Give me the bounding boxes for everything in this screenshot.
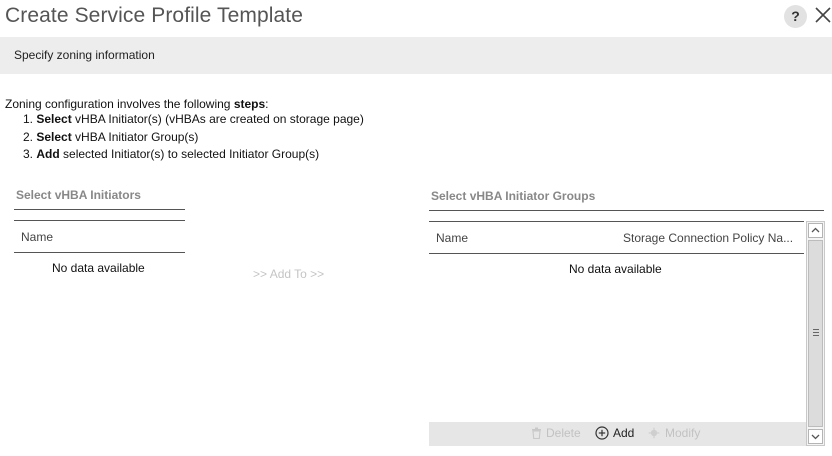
initiators-panel-title: Select vHBA Initiators <box>16 188 141 202</box>
initiators-table-top-border <box>14 220 185 221</box>
modify-icon <box>648 427 660 439</box>
step-item: 3. Add selected Initiator(s) to selected… <box>23 146 364 164</box>
initiators-title-divider <box>14 209 185 210</box>
step-verb: Add <box>36 147 60 161</box>
groups-column-policy[interactable]: Storage Connection Policy Na... <box>623 231 793 245</box>
step-text: vHBA Initiator Group(s) <box>71 129 199 144</box>
help-button[interactable]: ? <box>784 5 807 28</box>
instructions-steps: 1. Select vHBA Initiator(s) (vHBAs are c… <box>23 111 364 164</box>
step-header-text: Specify zoning information <box>14 48 155 62</box>
instructions-intro: Zoning configuration involves the follow… <box>5 96 269 112</box>
step-item: 1. Select vHBA Initiator(s) (vHBAs are c… <box>23 111 364 129</box>
add-label: Add <box>613 426 635 440</box>
scroll-thumb[interactable] <box>808 240 823 427</box>
step-number: 1. <box>23 112 34 126</box>
close-button[interactable] <box>814 6 832 24</box>
step-number: 2. <box>23 129 34 144</box>
step-verb: Select <box>36 129 72 144</box>
delete-button[interactable]: Delete <box>531 426 581 440</box>
initiators-column-name[interactable]: Name <box>21 230 53 244</box>
close-icon <box>815 7 831 23</box>
intro-bold: steps <box>233 97 266 111</box>
grip-icon <box>813 329 819 336</box>
delete-label: Delete <box>546 426 581 440</box>
step-item: 2. Select vHBA Initiator Group(s) <box>23 129 364 147</box>
groups-empty-message: No data available <box>569 262 662 276</box>
chevron-up-icon <box>811 227 820 233</box>
initiators-header-divider <box>14 252 185 253</box>
groups-header-divider <box>429 253 804 254</box>
initiators-empty-message: No data available <box>52 261 145 275</box>
trash-icon <box>532 427 541 439</box>
dialog-title: Create Service Profile Template <box>5 4 304 27</box>
step-verb: Select <box>36 112 72 126</box>
intro-prefix: Zoning configuration involves the follow… <box>5 97 234 111</box>
modify-button[interactable]: Modify <box>647 426 700 440</box>
plus-circle-icon <box>595 426 609 440</box>
intro-suffix: : <box>265 97 269 111</box>
groups-panel-title: Select vHBA Initiator Groups <box>431 189 596 203</box>
scroll-down-button[interactable] <box>808 429 823 444</box>
groups-scrollbar[interactable] <box>806 221 825 446</box>
step-text: vHBA Initiator(s) (vHBAs are created on … <box>71 112 364 126</box>
add-button[interactable]: Add <box>595 426 634 440</box>
add-to-button[interactable]: >> Add To >> <box>253 267 324 281</box>
modify-label: Modify <box>665 426 701 440</box>
step-number: 3. <box>23 147 34 161</box>
chevron-down-icon <box>811 434 820 440</box>
groups-action-bar: Delete Add Modify <box>429 422 806 446</box>
groups-column-name[interactable]: Name <box>436 231 468 245</box>
groups-table-top-border <box>429 221 804 222</box>
step-text: selected Initiator(s) to selected Initia… <box>59 147 320 161</box>
step-header: Specify zoning information <box>0 37 832 74</box>
groups-title-divider <box>429 210 824 211</box>
scroll-up-button[interactable] <box>808 223 823 238</box>
